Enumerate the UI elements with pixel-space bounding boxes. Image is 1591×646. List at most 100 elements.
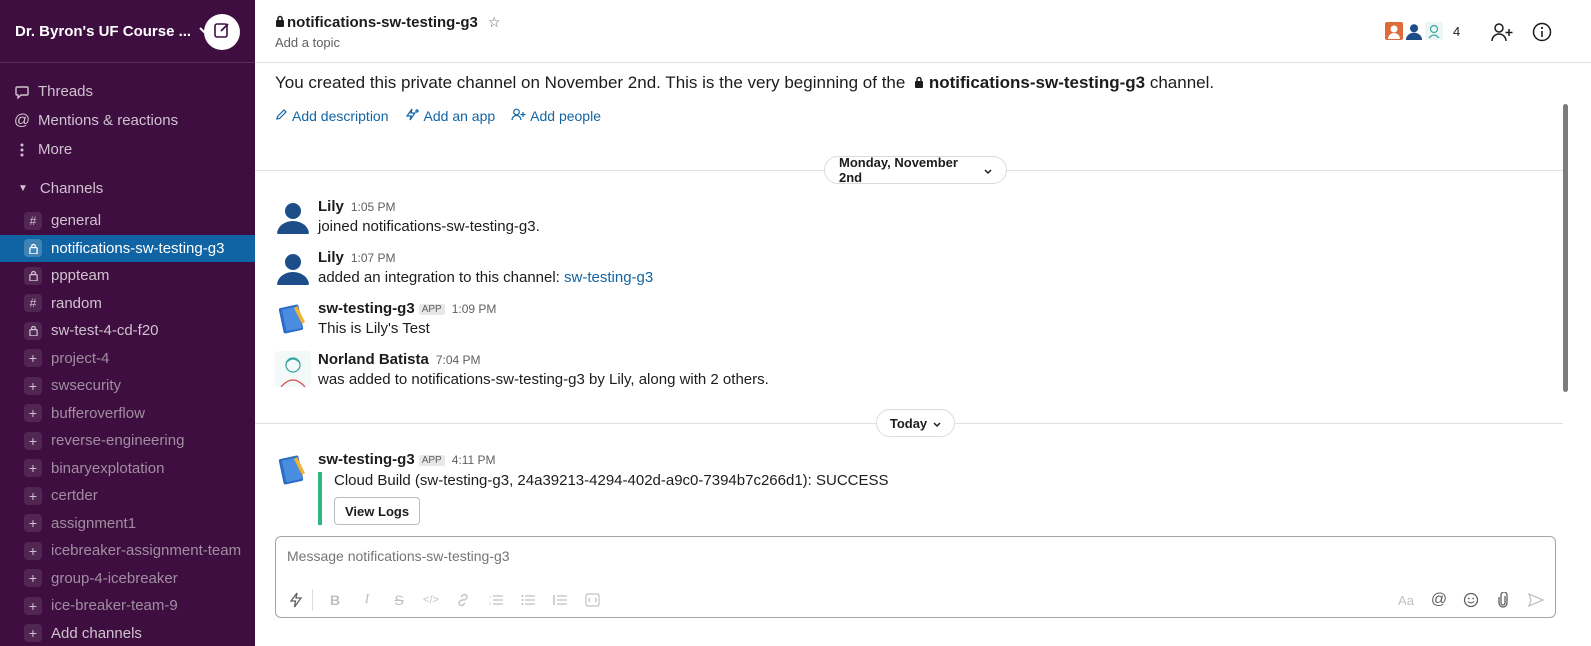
- shortcuts-lightning-icon[interactable]: [285, 589, 307, 611]
- plus-icon: +: [24, 514, 42, 533]
- nav-more[interactable]: More: [0, 135, 255, 164]
- compose-button[interactable]: [204, 14, 240, 50]
- threads-icon: [14, 85, 30, 99]
- add-channels-button[interactable]: + Add channels: [0, 620, 255, 646]
- svg-text:2: 2: [489, 601, 492, 606]
- sidebar-item-channel[interactable]: + ice-breaker-team-9: [0, 592, 255, 620]
- plus-icon: +: [24, 569, 42, 588]
- date-divider-button[interactable]: Monday, November 2nd: [824, 155, 1007, 185]
- message-timestamp[interactable]: 1:07 PM: [351, 251, 396, 265]
- sidebar-item-channel[interactable]: + project-4: [0, 345, 255, 373]
- ordered-list-icon[interactable]: 12: [485, 589, 507, 611]
- lightning-plus-icon: [405, 108, 424, 124]
- channel-label: ice-breaker-team-9: [51, 597, 178, 615]
- channel-label: notifications-sw-testing-g3: [51, 239, 225, 257]
- sidebar-item-channel[interactable]: notifications-sw-testing-g3: [0, 234, 255, 262]
- nav-mentions[interactable]: @ Mentions & reactions: [0, 106, 255, 135]
- date-divider-button[interactable]: Today: [876, 409, 955, 437]
- channel-label: project-4: [51, 349, 110, 367]
- lock-icon: [24, 321, 42, 340]
- avatar[interactable]: [275, 198, 311, 234]
- message-input[interactable]: [287, 548, 1187, 564]
- bulleted-list-icon[interactable]: [517, 589, 539, 611]
- scrollbar[interactable]: [1563, 104, 1568, 392]
- code-icon[interactable]: </>: [420, 589, 442, 611]
- intro-channel-name: notifications-sw-testing-g3: [928, 73, 1146, 92]
- formatting-aa-icon[interactable]: Aa: [1395, 589, 1417, 611]
- italic-icon[interactable]: I: [356, 589, 378, 611]
- app-avatar[interactable]: [275, 300, 311, 336]
- code-block-icon[interactable]: [581, 589, 603, 611]
- add-app-link[interactable]: Add an app: [405, 108, 495, 124]
- attachment-paperclip-icon[interactable]: [1492, 589, 1514, 611]
- add-person-icon: [511, 108, 530, 124]
- add-member-icon[interactable]: [1490, 20, 1514, 44]
- channel-label: assignment1: [51, 514, 137, 532]
- more-vertical-icon: [14, 143, 30, 157]
- view-logs-button[interactable]: View Logs: [334, 497, 421, 525]
- send-icon[interactable]: [1525, 589, 1547, 611]
- message-timestamp[interactable]: 7:04 PM: [436, 353, 481, 367]
- add-people-link[interactable]: Add people: [511, 108, 601, 124]
- sidebar-item-channel[interactable]: + bufferoverflow: [0, 400, 255, 428]
- sidebar-item-channel[interactable]: # random: [0, 290, 255, 318]
- pencil-icon: [275, 108, 292, 124]
- message-timestamp[interactable]: 1:09 PM: [452, 302, 497, 316]
- sidebar-item-channel[interactable]: + assignment1: [0, 510, 255, 538]
- message[interactable]: Lily 1:07 PM added an integration to thi…: [275, 249, 653, 286]
- sidebar-item-channel[interactable]: pppteam: [0, 262, 255, 290]
- member-count: 4: [1453, 23, 1461, 39]
- info-icon[interactable]: [1530, 20, 1554, 44]
- message[interactable]: sw-testing-g3 APP 1:09 PM This is Lily's…: [275, 300, 496, 337]
- message-author[interactable]: sw-testing-g3: [318, 300, 415, 317]
- message[interactable]: sw-testing-g3 APP 4:11 PM Cloud Build (s…: [275, 451, 889, 525]
- lock-icon: [24, 266, 42, 285]
- toolbar-divider: [312, 589, 313, 611]
- link-icon[interactable]: [452, 589, 474, 611]
- sidebar-item-channel[interactable]: sw-test-4-cd-f20: [0, 317, 255, 345]
- avatar[interactable]: [275, 351, 311, 387]
- channels-section-header[interactable]: ▼ Channels: [0, 172, 255, 204]
- plus-icon: +: [24, 624, 42, 643]
- nav-label: Threads: [38, 83, 94, 100]
- sidebar-item-channel[interactable]: + binaryexplotation: [0, 455, 255, 483]
- action-label: Add description: [292, 108, 389, 124]
- message-author[interactable]: Lily: [318, 249, 344, 266]
- emoji-icon[interactable]: [1460, 589, 1482, 611]
- sidebar-item-channel[interactable]: + reverse-engineering: [0, 427, 255, 455]
- app-avatar[interactable]: [275, 451, 311, 487]
- channel-title[interactable]: notifications-sw-testing-g3 ☆: [275, 14, 500, 31]
- channel-label: icebreaker-assignment-team: [51, 542, 242, 560]
- sidebar-item-channel[interactable]: + certder: [0, 482, 255, 510]
- sidebar-item-channel[interactable]: + group-4-icebreaker: [0, 565, 255, 593]
- plus-icon: +: [24, 596, 42, 615]
- member-avatars[interactable]: 4: [1383, 20, 1460, 42]
- message[interactable]: Lily 1:05 PM joined notifications-sw-tes…: [275, 198, 540, 235]
- sidebar-item-channel[interactable]: + swsecurity: [0, 372, 255, 400]
- blockquote-icon[interactable]: [549, 589, 571, 611]
- add-description-link[interactable]: Add description: [275, 108, 389, 124]
- message-timestamp[interactable]: 4:11 PM: [452, 453, 496, 467]
- strikethrough-icon[interactable]: S: [388, 589, 410, 611]
- channel-label: group-4-icebreaker: [51, 569, 178, 587]
- message-author[interactable]: Norland Batista: [318, 351, 429, 368]
- avatar[interactable]: [275, 249, 311, 285]
- integration-link[interactable]: sw-testing-g3: [564, 269, 653, 286]
- add-topic-link[interactable]: Add a topic: [275, 35, 340, 50]
- message[interactable]: Norland Batista 7:04 PM was added to not…: [275, 351, 769, 388]
- message-timestamp[interactable]: 1:05 PM: [351, 200, 396, 214]
- chevron-down-icon: [933, 416, 941, 431]
- message-author[interactable]: Lily: [318, 198, 344, 215]
- caret-down-icon[interactable]: ▼: [18, 183, 28, 194]
- mention-icon[interactable]: @: [1428, 589, 1450, 611]
- nav-threads[interactable]: Threads: [0, 77, 255, 106]
- star-icon[interactable]: ☆: [488, 14, 501, 31]
- svg-text:1: 1: [489, 594, 492, 599]
- sidebar-item-channel[interactable]: + icebreaker-assignment-team: [0, 537, 255, 565]
- workspace-name[interactable]: Dr. Byron's UF Course ...: [15, 23, 191, 40]
- nav-label: More: [38, 141, 73, 158]
- message-author[interactable]: sw-testing-g3: [318, 451, 415, 468]
- sidebar-item-channel[interactable]: # general: [0, 207, 255, 235]
- bold-icon[interactable]: B: [324, 589, 346, 611]
- channel-label: binaryexplotation: [51, 459, 165, 477]
